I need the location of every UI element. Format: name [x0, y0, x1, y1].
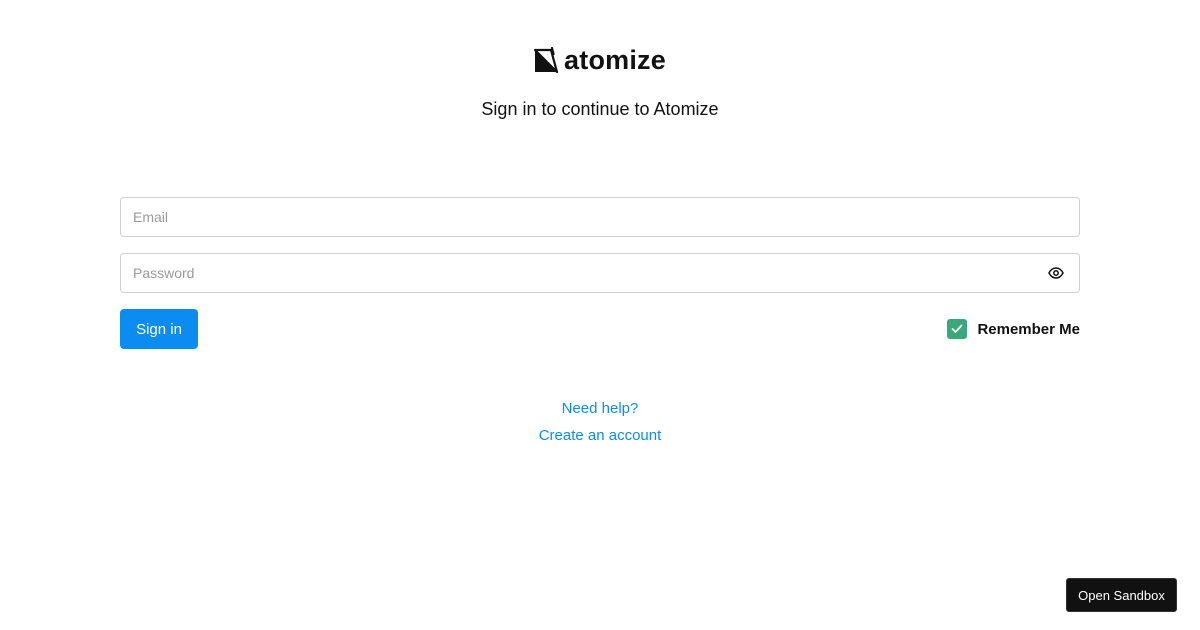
signin-page: atomize Sign in to continue to Atomize S…: [0, 0, 1200, 630]
create-account-row: Create an account: [0, 427, 1200, 444]
open-sandbox-button[interactable]: Open Sandbox: [1066, 578, 1177, 612]
password-field-wrapper: [120, 253, 1080, 293]
email-field-wrapper: [120, 197, 1080, 237]
check-icon: [952, 324, 963, 333]
brand-name: atomize: [564, 45, 666, 75]
email-field[interactable]: [121, 198, 1079, 236]
eye-icon: [1048, 267, 1064, 279]
create-account-link[interactable]: Create an account: [539, 427, 662, 444]
logo: atomize: [0, 46, 1200, 74]
help-link-row: Need help?: [0, 400, 1200, 417]
need-help-link[interactable]: Need help?: [562, 400, 639, 417]
page-subtitle: Sign in to continue to Atomize: [481, 99, 719, 119]
show-password-button[interactable]: [1047, 265, 1065, 281]
remember-me-checkbox[interactable]: Remember Me: [947, 319, 1080, 339]
sign-in-button[interactable]: Sign in: [120, 309, 198, 349]
atomize-logo-icon: [534, 47, 559, 73]
checkbox-checked[interactable]: [947, 319, 968, 339]
password-field[interactable]: [121, 254, 1079, 292]
remember-me-label: Remember Me: [977, 320, 1080, 338]
